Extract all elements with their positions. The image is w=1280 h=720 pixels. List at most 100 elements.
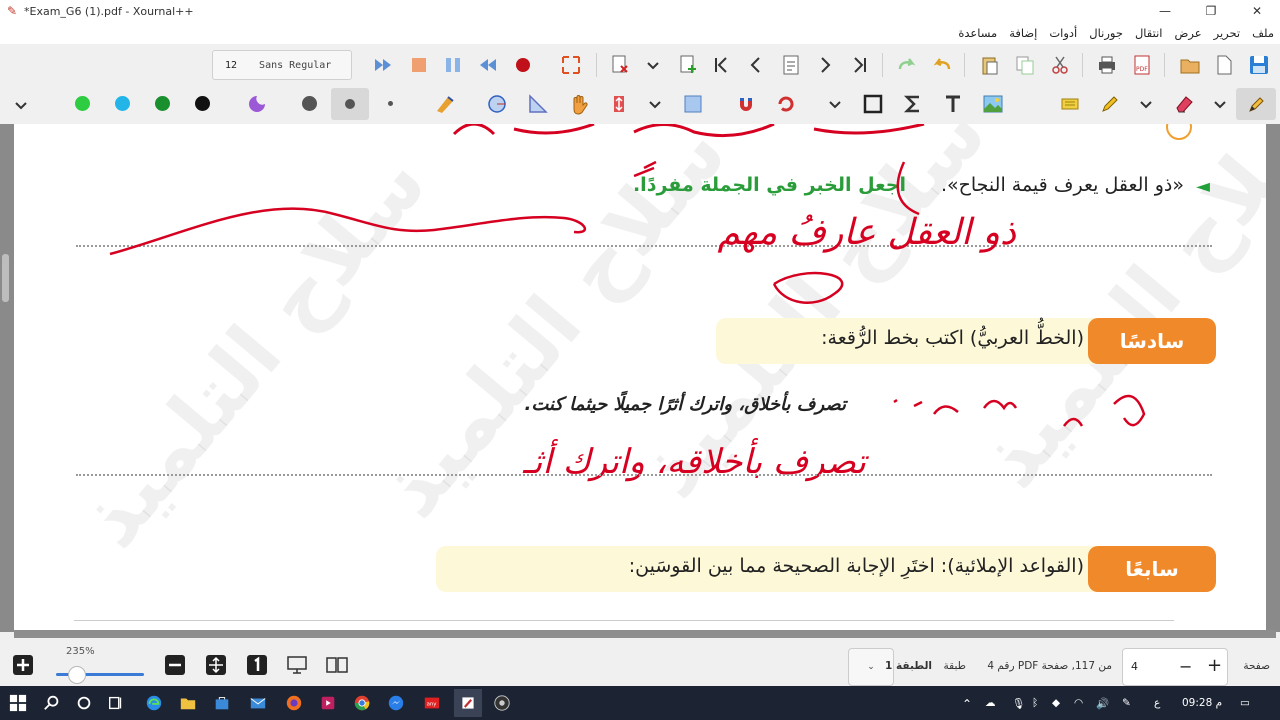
thin-stroke-icon[interactable] — [388, 101, 393, 106]
chevron-up-icon[interactable]: ⌃ — [962, 697, 972, 711]
horizontal-scrollbar[interactable] — [14, 630, 1276, 638]
rotation-snap-icon[interactable] — [773, 91, 799, 117]
search-icon[interactable] — [42, 693, 62, 713]
chevron-down-icon[interactable] — [1133, 91, 1159, 117]
menu-file[interactable]: ملف — [1252, 26, 1274, 40]
media-player-icon[interactable] — [318, 693, 338, 713]
circle-tool-icon[interactable] — [484, 91, 510, 117]
wifi-icon[interactable]: ◠ — [1074, 697, 1083, 709]
latex-sigma-icon[interactable] — [900, 91, 926, 117]
restore-icon[interactable]: ❐ — [1188, 0, 1234, 22]
paste-icon[interactable] — [977, 52, 1003, 78]
font-selector[interactable]: 12 Sans Regular — [212, 50, 352, 80]
save-icon[interactable] — [1246, 52, 1272, 78]
document-canvas[interactable]: سلاح التلميذ سلاح التلميذ سلاح التلميذ س… — [0, 124, 1280, 632]
zoom-fit-icon[interactable] — [205, 654, 227, 676]
menu-plugin[interactable]: إضافة — [1009, 26, 1037, 40]
record-icon[interactable] — [510, 52, 536, 78]
last-page-icon[interactable] — [847, 52, 873, 78]
menu-view[interactable]: عرض — [1174, 26, 1201, 40]
dropbox-icon[interactable]: ◆ — [1052, 697, 1060, 709]
store-icon[interactable] — [212, 693, 232, 713]
medium-stroke-icon[interactable] — [345, 99, 355, 109]
color-cyan-swatch[interactable] — [115, 96, 130, 111]
first-page-icon[interactable] — [708, 52, 734, 78]
clock-time[interactable]: 09:28 م — [1182, 697, 1222, 709]
chrome-icon[interactable] — [352, 693, 372, 713]
volume-icon[interactable]: 🔊 — [1096, 697, 1109, 710]
color-dark-green-swatch[interactable] — [155, 96, 170, 111]
mail-icon[interactable] — [248, 693, 268, 713]
color-green-swatch[interactable] — [75, 96, 90, 111]
presentation-mode-icon[interactable] — [286, 654, 308, 676]
image-tool-icon[interactable] — [980, 91, 1006, 117]
chevron-down-icon[interactable] — [640, 52, 666, 78]
insert-page-icon[interactable] — [675, 52, 701, 78]
obs-icon[interactable] — [492, 693, 512, 713]
anydesk-icon[interactable]: any — [422, 693, 442, 713]
menu-journal[interactable]: جورنال — [1089, 26, 1123, 40]
language-indicator[interactable]: ع — [1154, 697, 1160, 709]
text-tool-icon[interactable] — [940, 91, 966, 117]
page-decrement-icon[interactable]: − — [1179, 657, 1192, 676]
page-number-spinner[interactable]: 4 − + — [1122, 648, 1228, 686]
new-document-icon[interactable] — [1211, 52, 1237, 78]
windows-start-icon[interactable] — [8, 693, 28, 713]
chevron-down-icon[interactable] — [8, 92, 34, 118]
pen-yellow-icon[interactable] — [1097, 91, 1123, 117]
close-icon[interactable]: ✕ — [1234, 0, 1280, 22]
task-view-icon[interactable] — [106, 693, 126, 713]
stop-icon[interactable] — [406, 52, 432, 78]
redo-icon[interactable] — [894, 52, 920, 78]
messenger-icon[interactable] — [386, 693, 406, 713]
cut-icon[interactable] — [1047, 52, 1073, 78]
microphone-icon[interactable]: 🎙 — [1012, 697, 1025, 710]
color-picker-icon[interactable] — [244, 91, 270, 117]
pause-icon[interactable] — [440, 52, 466, 78]
pen-tool-icon[interactable] — [1243, 91, 1269, 117]
fullscreen-icon[interactable] — [558, 52, 584, 78]
color-black-swatch[interactable] — [195, 96, 210, 111]
next-page-icon[interactable] — [812, 52, 838, 78]
menu-navigate[interactable]: انتقال — [1135, 26, 1163, 40]
notification-icon[interactable]: ▭ — [1240, 697, 1250, 709]
open-folder-icon[interactable] — [1177, 52, 1203, 78]
minimize-icon[interactable]: — — [1142, 0, 1188, 22]
highlighter-icon[interactable] — [1057, 91, 1083, 117]
setsquare-tool-icon[interactable] — [525, 91, 551, 117]
page-increment-icon[interactable]: + — [1207, 655, 1222, 676]
thick-stroke-icon[interactable] — [302, 96, 317, 111]
select-rect-icon[interactable] — [680, 91, 706, 117]
chevron-down-icon[interactable] — [1207, 91, 1233, 117]
add-page-icon[interactable] — [12, 654, 34, 676]
print-icon[interactable] — [1094, 52, 1120, 78]
onedrive-icon[interactable]: ☁ — [985, 697, 996, 709]
rectangle-tool-icon[interactable] — [860, 91, 886, 117]
pen-tray-icon[interactable]: ✎ — [1122, 697, 1131, 709]
fill-tool-icon[interactable] — [432, 91, 458, 117]
delete-page-icon[interactable] — [607, 52, 633, 78]
page-number-value[interactable]: 4 — [1131, 660, 1138, 673]
document-page[interactable]: سلاح التلميذ سلاح التلميذ سلاح التلميذ س… — [14, 124, 1266, 632]
eraser-icon[interactable] — [1171, 91, 1197, 117]
xournal-taskbar-icon[interactable] — [454, 689, 482, 717]
firefox-icon[interactable] — [284, 693, 304, 713]
magnet-icon[interactable] — [733, 91, 759, 117]
menu-edit[interactable]: تحرير — [1214, 26, 1241, 40]
file-explorer-icon[interactable] — [178, 693, 198, 713]
undo-icon[interactable] — [929, 52, 955, 78]
zoom-100-icon[interactable] — [246, 654, 268, 676]
vertical-space-icon[interactable] — [606, 91, 632, 117]
hand-tool-icon[interactable] — [566, 91, 592, 117]
previous-page-icon[interactable] — [743, 52, 769, 78]
vertical-scrollbar[interactable] — [2, 254, 9, 302]
menu-help[interactable]: مساعدة — [958, 26, 997, 40]
copy-icon[interactable] — [1012, 52, 1038, 78]
zoom-slider-knob[interactable] — [68, 666, 86, 684]
fast-forward-icon[interactable] — [370, 52, 396, 78]
menu-tools[interactable]: أدوات — [1049, 26, 1077, 40]
goto-page-icon[interactable] — [778, 52, 804, 78]
edge-browser-icon[interactable] — [144, 693, 164, 713]
rewind-icon[interactable] — [475, 52, 501, 78]
chevron-down-icon[interactable] — [642, 91, 668, 117]
